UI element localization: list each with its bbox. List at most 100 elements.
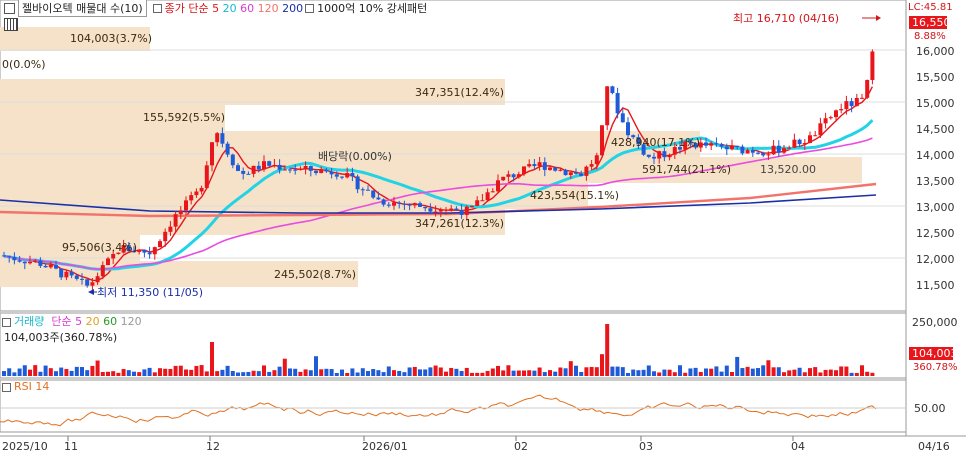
candle-body — [839, 109, 844, 111]
stock-chart[interactable]: 104,003(3.7%) 0(0.0%) 347,351(12.4%) 155… — [0, 0, 966, 454]
volume-bar — [137, 372, 142, 376]
candle-body — [293, 169, 298, 171]
rsi-header: RSI 14 — [0, 380, 49, 393]
rsi-polyline — [0, 394, 877, 427]
volume-bar — [719, 371, 724, 376]
candle-body — [735, 145, 740, 147]
volume-header: 거래량 단순 5 20 60 120 104,003주(360.78%) — [0, 313, 142, 345]
candle-body — [813, 135, 818, 137]
candle-body — [745, 150, 750, 154]
candle-body — [376, 197, 381, 200]
volume-bar — [69, 370, 74, 376]
close-toggle-icon[interactable] — [152, 3, 162, 13]
candle-body — [626, 122, 630, 136]
price-tick: 11,500 — [916, 279, 955, 292]
volume-bar — [641, 369, 646, 376]
stock-selector[interactable]: 젤바이오텍 매물대 수(10) — [18, 0, 147, 17]
volume-bar — [293, 368, 298, 376]
volume-bar — [844, 366, 849, 376]
candle-body — [568, 172, 573, 176]
vol-ma-20: 20 — [85, 315, 100, 328]
volume-bar — [173, 365, 178, 376]
volume-bar — [189, 369, 194, 376]
volume-bar — [74, 366, 79, 376]
candle-body — [646, 154, 651, 157]
candle-body — [282, 169, 287, 171]
volume-bar — [43, 365, 48, 376]
candle-body — [740, 146, 745, 154]
candle-body — [329, 171, 334, 175]
volume-bar — [839, 366, 844, 376]
volume-bar — [262, 365, 266, 376]
candle-body — [345, 173, 350, 178]
volume-readout: 104,003주(360.78%) — [4, 331, 118, 344]
volume-bar — [59, 367, 64, 376]
candle-body — [615, 93, 620, 114]
volume-bar — [392, 370, 396, 376]
candle-body — [418, 203, 422, 207]
candle-body — [714, 143, 719, 145]
candle-body — [158, 241, 162, 248]
candle-body — [797, 139, 802, 145]
volume-bar — [600, 354, 604, 376]
volume-bar — [132, 371, 136, 376]
volume-bar — [423, 369, 428, 376]
volume-bar — [667, 369, 672, 376]
grid-icon[interactable] — [4, 18, 18, 31]
vp-label: 347,261(12.3%) — [415, 217, 504, 230]
vp-label: 591,744(21.1%) — [642, 163, 731, 176]
volume-bar — [511, 370, 516, 376]
volume-bar — [792, 369, 797, 376]
candle-body — [22, 261, 27, 264]
candle-body — [95, 276, 100, 283]
collapse-icon[interactable] — [4, 2, 15, 14]
volume-toggle-icon[interactable] — [2, 317, 11, 327]
candle-body — [189, 195, 194, 201]
volume-bar — [527, 370, 532, 376]
volume-bar — [636, 370, 641, 376]
candle-body — [454, 208, 459, 211]
price-tick: 14,500 — [916, 123, 955, 136]
x-tick: 11 — [64, 440, 78, 453]
candle-body — [262, 161, 266, 170]
ma-period-20: 20 — [222, 1, 237, 15]
volume-bar — [740, 368, 745, 376]
candle-body — [397, 202, 402, 204]
volume-bar — [860, 365, 864, 376]
volume-bar — [615, 366, 620, 376]
candle-body — [501, 176, 506, 181]
volume-bar — [100, 371, 105, 376]
lc-label: LC:45.81 — [908, 2, 953, 13]
candle-body — [844, 101, 849, 110]
candle-body — [340, 176, 344, 178]
volume-bar — [402, 372, 407, 376]
volume-bar — [54, 371, 58, 376]
candle-body — [100, 265, 105, 277]
rsi-toggle-icon[interactable] — [2, 382, 11, 392]
candle-body — [516, 174, 521, 178]
candle-body — [298, 168, 303, 170]
volume-bar — [95, 360, 100, 376]
candle-body — [147, 252, 152, 255]
candle-body — [272, 164, 277, 166]
candle-body — [542, 162, 547, 170]
candle-body — [584, 166, 589, 176]
vp-bar — [0, 157, 862, 183]
volume-bar — [319, 369, 324, 376]
candle-body — [111, 254, 116, 259]
candle-body — [230, 154, 235, 166]
volume-bar — [355, 372, 360, 376]
candle-body — [324, 169, 329, 172]
candle-body — [730, 145, 734, 150]
volume-bar — [376, 370, 381, 376]
volume-bar — [267, 371, 272, 376]
pattern-toggle-icon[interactable] — [305, 3, 315, 13]
rsi-panel-frame — [0, 379, 907, 433]
volume-bar — [126, 370, 131, 376]
candle-body — [594, 155, 599, 165]
candle-body — [59, 268, 64, 278]
volume-axis-tick: 250,000 — [912, 316, 958, 329]
candle-body — [199, 187, 204, 192]
chart-canvas[interactable]: 104,003(3.7%) 0(0.0%) 347,351(12.4%) 155… — [0, 0, 966, 454]
candle-body — [522, 166, 526, 175]
